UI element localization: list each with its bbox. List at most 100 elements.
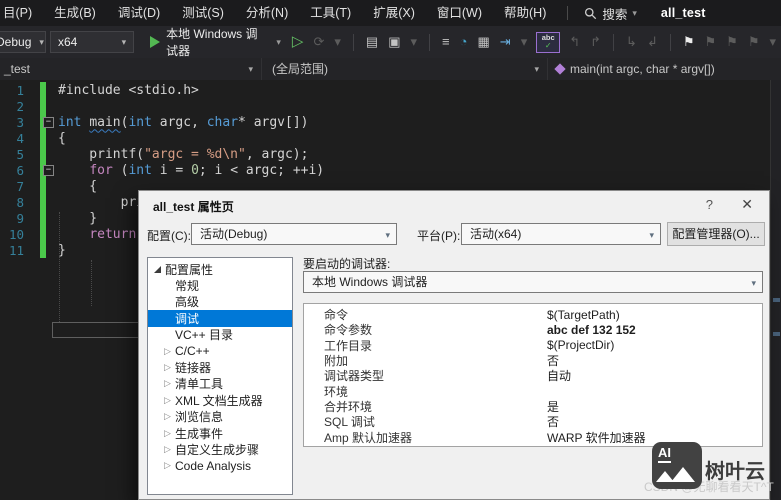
tree-item-label: 自定义生成步骤: [175, 441, 259, 458]
scrollbar-mark: [773, 332, 780, 336]
menu-item-6[interactable]: 扩展(X): [362, 0, 426, 26]
clear-bookmarks-icon[interactable]: ⚑: [743, 27, 765, 57]
expander-closed-icon[interactable]: ▷: [164, 444, 175, 455]
solution-configuration-dropdown[interactable]: Debug▾: [0, 31, 46, 53]
attach-caret-icon[interactable]: ▾: [329, 27, 346, 57]
code-line-3[interactable]: 3−int main(int argc, char* argv[]): [0, 114, 770, 130]
configuration-dropdown[interactable]: 活动(Debug)▾: [191, 223, 397, 245]
type-scope-dropdown[interactable]: (全局范围) ▾: [262, 58, 548, 80]
property-value: $(ProjectDir): [547, 338, 614, 352]
attach-process-icon[interactable]: ⟳: [308, 27, 329, 57]
step-over-icon[interactable]: ↱: [585, 27, 606, 57]
start-debugging-button[interactable]: 本地 Windows 调试器 ▾: [150, 26, 281, 58]
navigation-bar: _test ▾ (全局范围) ▾ main(int argc, char * a…: [0, 58, 781, 80]
tree-item-5[interactable]: ▷C/C++: [148, 343, 292, 359]
expander-closed-icon[interactable]: ▷: [164, 378, 175, 389]
dropdown-caret-icon: ▾: [385, 225, 390, 245]
tree-item-12[interactable]: ▷Code Analysis: [148, 458, 292, 474]
editor-scrollbar[interactable]: [770, 80, 781, 500]
menu-item-8[interactable]: 帮助(H): [493, 0, 557, 26]
indent-guide: [59, 212, 60, 322]
step-into-icon[interactable]: ↰: [564, 27, 585, 57]
new-window-icon[interactable]: ▣: [383, 27, 405, 57]
code-line-5[interactable]: 5 printf("argc = %d\n", argc);: [0, 146, 770, 162]
tree-item-9[interactable]: ▷浏览信息: [148, 409, 292, 425]
menu-item-1[interactable]: 生成(B): [43, 0, 107, 26]
exit-scope-icon[interactable]: ⇥: [495, 27, 516, 57]
step-back-icon[interactable]: ↲: [642, 27, 663, 57]
tree-item-11[interactable]: ▷自定义生成步骤: [148, 441, 292, 457]
solution-platform-dropdown[interactable]: x64▾: [50, 31, 134, 53]
expander-closed-icon[interactable]: ▷: [164, 395, 175, 406]
property-row-2[interactable]: 工作目录$(ProjectDir): [304, 338, 762, 353]
tree-item-2[interactable]: 高级: [148, 294, 292, 310]
project-scope-dropdown[interactable]: _test ▾: [0, 58, 262, 80]
code-line-6[interactable]: 6− for (int i = 0; i < argc; ++i): [0, 162, 770, 178]
expander-closed-icon[interactable]: ▷: [164, 411, 175, 422]
property-row-6[interactable]: 合并环境是: [304, 399, 762, 414]
menu-item-0[interactable]: 目(P): [0, 0, 43, 26]
tree-item-1[interactable]: 常规: [148, 277, 292, 293]
code-line-1[interactable]: 1#include <stdio.h>: [0, 82, 770, 98]
menu-item-4[interactable]: 分析(N): [235, 0, 299, 26]
collapse-icon[interactable]: −: [43, 117, 54, 128]
expander-closed-icon[interactable]: ▷: [164, 460, 175, 471]
line-number: 5: [0, 147, 28, 162]
code-token: (: [113, 163, 129, 178]
prev-bookmark-icon[interactable]: ⚑: [700, 27, 722, 57]
expander-closed-icon[interactable]: ▷: [164, 428, 175, 439]
step-out-icon[interactable]: ↳: [621, 27, 642, 57]
property-row-1[interactable]: 命令参数abc def 132 152: [304, 322, 762, 337]
tree-item-label: 浏览信息: [175, 408, 223, 425]
property-row-5[interactable]: 环境: [304, 383, 762, 398]
list-members-icon[interactable]: ≡: [437, 27, 455, 57]
configuration-manager-button[interactable]: 配置管理器(O)...: [667, 222, 765, 246]
exit-caret-icon[interactable]: ▾: [516, 27, 533, 57]
property-row-7[interactable]: SQL 调试否: [304, 414, 762, 429]
help-button[interactable]: ?: [706, 197, 713, 212]
line-number: 3: [0, 115, 28, 130]
code-line-2[interactable]: 2: [0, 98, 770, 114]
collapse-icon[interactable]: −: [43, 165, 54, 176]
code-token: int: [128, 115, 151, 130]
package-icon[interactable]: ▦: [472, 27, 494, 57]
tree-item-8[interactable]: ▷XML 文档生成器: [148, 392, 292, 408]
tree-item-10[interactable]: ▷生成事件: [148, 425, 292, 441]
search-control[interactable]: 搜索 ▾: [578, 4, 643, 23]
tree-item-label: 清单工具: [175, 375, 223, 392]
line-number: 9: [0, 211, 28, 226]
platform-dropdown[interactable]: 活动(x64)▾: [461, 223, 661, 245]
bookmark-caret-icon[interactable]: ▾: [764, 27, 781, 57]
line-number: 8: [0, 195, 28, 210]
tree-item-4[interactable]: VC++ 目录: [148, 327, 292, 343]
menu-item-3[interactable]: 测试(S): [171, 0, 235, 26]
window-caret-icon[interactable]: ▾: [406, 27, 423, 57]
tree-item-0[interactable]: 配置属性: [148, 261, 292, 277]
next-bookmark-icon[interactable]: ⚑: [721, 27, 743, 57]
abc-check-icon[interactable]: abc✓: [536, 32, 560, 53]
property-row-3[interactable]: 附加否: [304, 353, 762, 368]
debugger-dropdown[interactable]: 本地 Windows 调试器▾: [303, 271, 763, 293]
expander-closed-icon[interactable]: ▷: [164, 362, 175, 373]
code-line-4[interactable]: 4{: [0, 130, 770, 146]
code-token: {: [58, 179, 97, 194]
toolbar-separator: [670, 34, 671, 51]
performance-icon[interactable]: ◔: [455, 27, 473, 57]
menu-item-7[interactable]: 窗口(W): [426, 0, 493, 26]
menu-item-2[interactable]: 调试(D): [107, 0, 171, 26]
property-row-0[interactable]: 命令$(TargetPath): [304, 307, 762, 322]
bookmark-icon[interactable]: ⚑: [678, 27, 700, 57]
tree-item-6[interactable]: ▷链接器: [148, 359, 292, 375]
debugger-to-launch-label: 要启动的调试器:: [303, 255, 390, 272]
expander-open-icon[interactable]: [154, 266, 161, 273]
member-dropdown[interactable]: main(int argc, char * argv[]): [548, 58, 781, 80]
property-row-4[interactable]: 调试器类型自动: [304, 368, 762, 383]
tree-item-3[interactable]: 调试: [148, 310, 292, 326]
menu-item-5[interactable]: 工具(T): [299, 0, 362, 26]
close-icon[interactable]: ✕: [741, 196, 753, 213]
start-without-debugging-icon[interactable]: ▷: [287, 27, 309, 57]
tree-item-7[interactable]: ▷清单工具: [148, 376, 292, 392]
expander-closed-icon[interactable]: ▷: [164, 346, 175, 357]
open-file-icon[interactable]: ▤: [361, 27, 383, 57]
code-token: "argc = %d\n": [144, 147, 246, 162]
